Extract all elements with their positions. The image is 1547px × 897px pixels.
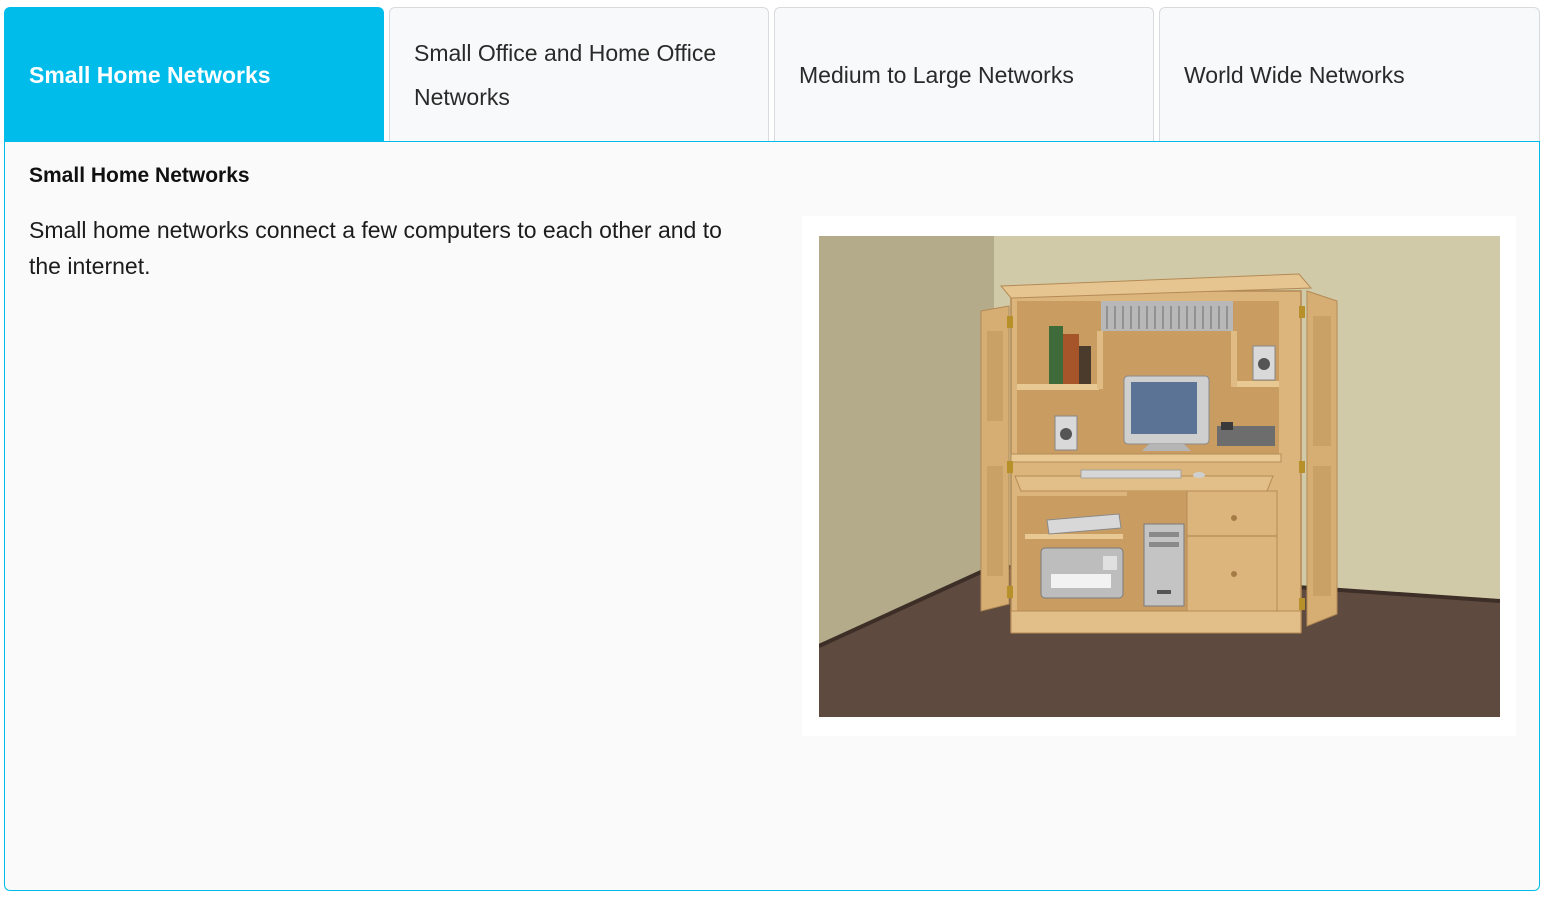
panel-title: Small Home Networks	[29, 164, 250, 187]
tab-label: Small Office and Home Office Networks	[414, 39, 717, 110]
tab-label: Small Home Networks	[29, 61, 271, 88]
tab-bar: Small Home Networks Small Office and Hom…	[4, 7, 1540, 142]
tab-small-home-networks[interactable]: Small Home Networks	[4, 7, 384, 141]
tab-world-wide-networks[interactable]: World Wide Networks	[1159, 7, 1540, 141]
computer-armoire-image	[819, 236, 1500, 717]
tab-small-office-home-office-networks[interactable]: Small Office and Home Office Networks	[389, 7, 769, 141]
home-office-illustration	[802, 216, 1516, 736]
tab-panel: Small Home Networks Small home networks …	[4, 141, 1540, 891]
tab-label: Medium to Large Networks	[799, 61, 1074, 88]
tab-medium-to-large-networks[interactable]: Medium to Large Networks	[774, 7, 1154, 141]
panel-description: Small home networks connect a few comput…	[29, 217, 722, 279]
tab-label: World Wide Networks	[1184, 61, 1405, 88]
